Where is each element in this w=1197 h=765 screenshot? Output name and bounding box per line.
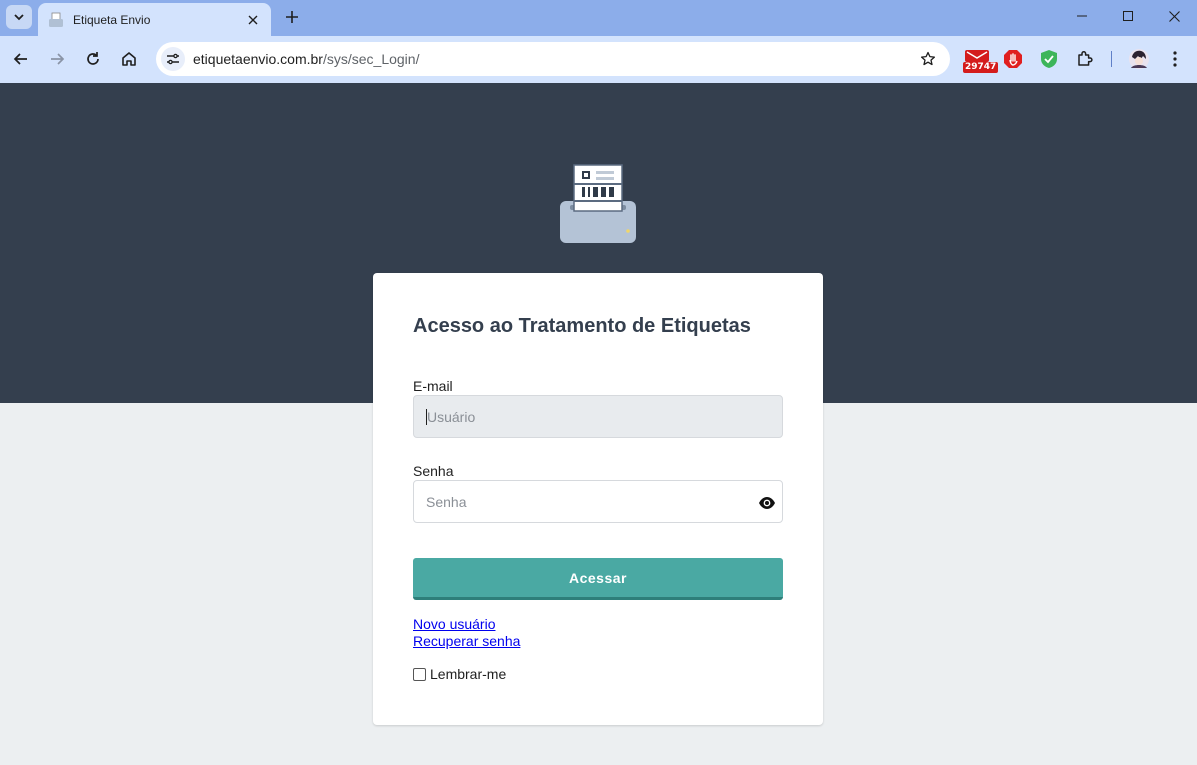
browser-tab-active[interactable]: Etiqueta Envio [38, 3, 271, 36]
email-placeholder: Usuário [427, 408, 476, 425]
eye-icon[interactable] [758, 494, 776, 512]
close-window-button[interactable] [1151, 0, 1197, 32]
address-bar[interactable]: etiquetaenvio.com.br/sys/sec_Login/ [156, 42, 950, 76]
bookmark-button[interactable] [914, 45, 942, 73]
more-vertical-icon [1173, 51, 1177, 67]
home-icon [122, 52, 136, 66]
home-button[interactable] [114, 44, 144, 74]
reload-button[interactable] [78, 44, 108, 74]
maximize-button[interactable] [1105, 0, 1151, 32]
label-printer-logo-icon [560, 164, 636, 243]
stop-hand-icon [1004, 50, 1022, 68]
url-text: etiquetaenvio.com.br/sys/sec_Login/ [193, 51, 914, 67]
toolbar-separator [1111, 51, 1112, 67]
page-content: Acesso ao Tratamento de Etiquetas E-mail… [0, 83, 1197, 765]
recover-password-link[interactable]: Recuperar senha [413, 633, 520, 649]
reload-icon [87, 52, 99, 65]
remember-me-label: Lembrar-me [430, 666, 507, 682]
extensions-button[interactable] [1071, 45, 1099, 73]
minimize-button[interactable] [1059, 0, 1105, 32]
url-host: etiquetaenvio.com.br [193, 51, 323, 67]
email-label: E-mail [413, 378, 453, 394]
shield-icon [1041, 50, 1057, 68]
maximize-icon [1123, 11, 1133, 21]
minimize-icon [1077, 15, 1087, 17]
star-icon [920, 51, 936, 66]
shield-extension[interactable] [1035, 45, 1063, 73]
new-user-link[interactable]: Novo usuário [413, 616, 496, 632]
password-label: Senha [413, 463, 454, 479]
avatar-icon [1129, 49, 1149, 69]
forward-button[interactable] [42, 44, 72, 74]
login-submit-button[interactable]: Acessar [413, 558, 783, 600]
profile-avatar[interactable] [1125, 45, 1153, 73]
email-field[interactable]: Usuário [413, 395, 783, 438]
remember-me[interactable]: Lembrar-me [413, 666, 506, 682]
extension-badge: 29747 [963, 62, 999, 73]
new-tab-button[interactable] [280, 5, 304, 29]
chevron-down-icon [14, 14, 24, 21]
puzzle-icon [1078, 50, 1093, 66]
browser-toolbar: etiquetaenvio.com.br/sys/sec_Login/ 2974… [0, 36, 1197, 83]
site-info-button[interactable] [161, 47, 185, 71]
close-icon [1168, 10, 1180, 22]
back-button[interactable] [6, 44, 36, 74]
extension-counter[interactable]: 29747 [963, 45, 999, 73]
browser-menu-button[interactable] [1161, 45, 1189, 73]
close-tab-icon[interactable] [245, 12, 261, 28]
url-path: /sys/sec_Login/ [322, 51, 420, 67]
arrow-right-icon [51, 53, 65, 65]
tab-title: Etiqueta Envio [73, 12, 151, 27]
login-card: Acesso ao Tratamento de Etiquetas E-mail… [373, 273, 823, 725]
adblock-extension[interactable] [999, 45, 1027, 73]
plus-icon [286, 11, 298, 23]
password-field[interactable]: Senha [413, 480, 783, 523]
tab-search-button[interactable] [6, 5, 32, 29]
password-placeholder: Senha [426, 493, 467, 510]
remember-me-checkbox[interactable] [413, 667, 426, 681]
tune-icon [167, 53, 179, 65]
printer-favicon-icon [48, 12, 64, 28]
arrow-left-icon [13, 53, 27, 65]
browser-titlebar: Etiqueta Envio [0, 0, 1197, 36]
login-title: Acesso ao Tratamento de Etiquetas [413, 315, 751, 337]
